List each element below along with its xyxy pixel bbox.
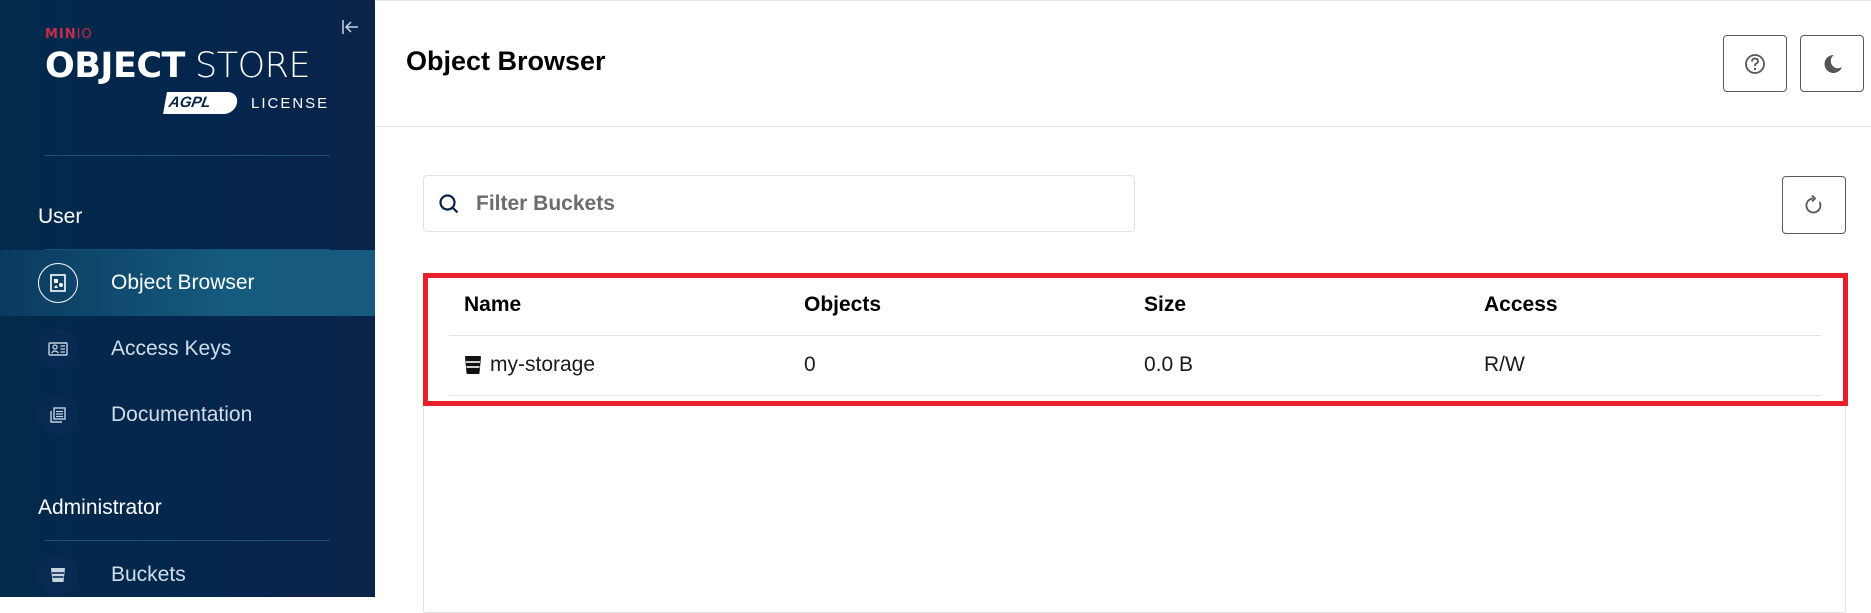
sidebar: MINIO OBJECT STORE AGPL LICENSE User Obj… xyxy=(0,0,375,597)
sidebar-item-label: Object Browser xyxy=(111,271,255,294)
license-label: LICENSE xyxy=(251,94,330,112)
filter-buckets-input[interactable] xyxy=(474,190,1078,217)
help-icon xyxy=(1745,53,1765,74)
documentation-icon xyxy=(38,395,78,435)
product-name: OBJECT STORE xyxy=(45,46,311,86)
license-line: AGPL LICENSE xyxy=(163,92,330,114)
bucket-access: R/W xyxy=(1484,353,1525,376)
section-title-user: User xyxy=(38,205,83,228)
sidebar-item-access-keys[interactable]: Access Keys xyxy=(0,316,375,382)
section-divider xyxy=(45,540,330,541)
sidebar-divider xyxy=(45,155,330,156)
filter-buckets-search[interactable] xyxy=(423,175,1135,232)
theme-toggle-button[interactable] xyxy=(1800,35,1864,92)
sidebar-item-label: Access Keys xyxy=(111,337,232,360)
search-icon xyxy=(439,193,459,213)
buckets-table: Name Objects Size Access my-storage 0 0.… xyxy=(423,273,1846,613)
moon-icon xyxy=(1824,54,1842,73)
objects-count: 0 xyxy=(804,353,816,376)
bucket-icon xyxy=(38,555,78,595)
main-content: Object Browser Name Objects Size Access … xyxy=(375,0,1871,613)
object-browser-icon xyxy=(38,263,78,303)
sidebar-item-object-browser[interactable]: Object Browser xyxy=(0,250,375,316)
collapse-sidebar-icon[interactable] xyxy=(338,18,362,42)
sidebar-item-label: Documentation xyxy=(111,403,253,426)
access-keys-icon xyxy=(38,329,78,369)
refresh-icon xyxy=(1805,194,1822,214)
refresh-button[interactable] xyxy=(1782,176,1846,234)
column-header-access[interactable]: Access xyxy=(1484,274,1558,335)
page-header: Object Browser xyxy=(375,0,1871,127)
sidebar-item-label: Buckets xyxy=(111,563,186,586)
section-title-administrator: Administrator xyxy=(38,496,162,519)
help-button[interactable] xyxy=(1723,35,1787,92)
sidebar-item-buckets[interactable]: Buckets xyxy=(0,542,375,608)
column-header-size[interactable]: Size xyxy=(1144,274,1186,335)
bucket-name: my-storage xyxy=(490,353,596,376)
page-title: Object Browser xyxy=(406,46,606,76)
minio-logo: MINIO OBJECT STORE AGPL LICENSE xyxy=(45,27,327,114)
sidebar-item-documentation[interactable]: Documentation xyxy=(0,382,375,448)
table-header: Name Objects Size Access xyxy=(449,274,1821,336)
minio-wordmark: MINIO xyxy=(45,27,93,42)
bucket-name-cell: my-storage xyxy=(464,335,595,395)
table-row[interactable]: my-storage 0 0.0 B R/W xyxy=(449,335,1821,396)
bucket-size: 0.0 B xyxy=(1144,353,1194,376)
column-header-objects[interactable]: Objects xyxy=(804,274,881,335)
bucket-icon xyxy=(465,356,481,374)
agpl-badge: AGPL xyxy=(163,92,239,114)
column-header-name[interactable]: Name xyxy=(464,274,521,335)
